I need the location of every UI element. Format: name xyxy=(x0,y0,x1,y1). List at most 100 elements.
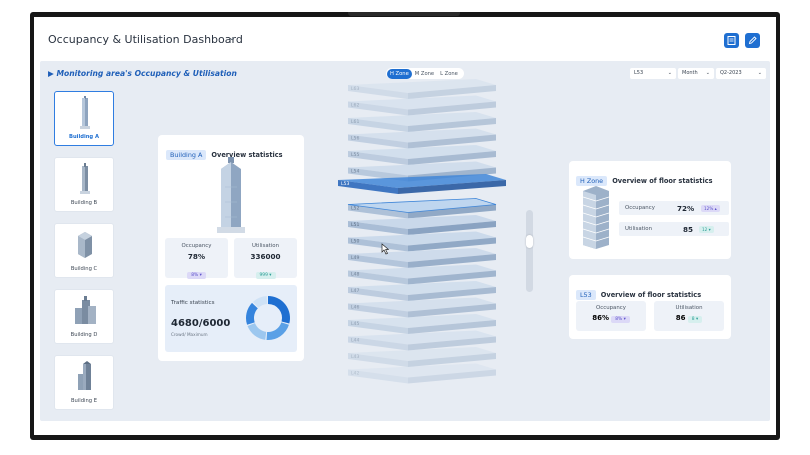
workspace: ▶ Monitoring area's Occupancy & Utilisat… xyxy=(40,61,770,421)
building-card-label: Building E xyxy=(71,398,97,404)
mouse-cursor-icon xyxy=(381,243,390,255)
building-b-icon xyxy=(80,163,90,194)
zone-occupancy-value: 72% xyxy=(677,204,695,213)
floor-occupancy-stat: Occupancy 86% 8% ▾ xyxy=(576,301,646,331)
donut-segment xyxy=(247,322,267,340)
chevron-down-icon: ⌄ xyxy=(705,70,710,76)
donut-segment xyxy=(246,302,259,325)
floor-slab-l53[interactable]: L53 xyxy=(338,174,506,194)
donut-segment xyxy=(267,296,290,324)
occupancy-stat: Occupancy 78% 8% ▾ xyxy=(165,238,228,279)
floor-label: L44 xyxy=(351,338,359,344)
area-title[interactable]: ▶ Monitoring area's Occupancy & Utilisat… xyxy=(48,69,237,78)
building-card-b[interactable]: Building B xyxy=(54,157,114,212)
building-a-icon xyxy=(80,96,90,129)
chevron-down-icon[interactable]: ⌄ xyxy=(228,33,236,43)
traffic-donut-chart xyxy=(246,296,290,340)
floor-label: L45 xyxy=(351,321,359,327)
building-d-icon xyxy=(75,296,96,324)
overview-panel: Building A Overview statistics Occupancy… xyxy=(158,135,304,361)
floor-label: L61 xyxy=(351,119,359,125)
floor-label: L47 xyxy=(351,288,359,294)
zone-occupancy-row: Occupancy 72% 12% ▴ xyxy=(619,201,729,215)
floor-occupancy-value: 86% xyxy=(592,314,609,322)
floor-label: L55 xyxy=(351,152,359,158)
quarter-select[interactable]: Q2-2023 ⌄ xyxy=(716,68,766,79)
utilisation-stat: Utilisation 336000 999 ▾ xyxy=(234,238,297,279)
floor-occupancy-change: 8% xyxy=(615,317,623,322)
utilisation-change: 999 xyxy=(259,273,268,278)
zone-utilisation-value: 85 xyxy=(683,225,694,234)
report-icon xyxy=(727,36,736,45)
zone-occupancy-change: 12% xyxy=(704,206,714,211)
report-button[interactable] xyxy=(724,33,739,48)
traffic-title: Traffic statistics xyxy=(171,300,215,306)
building-tower-view[interactable]: L63 L62 L61 L56 L55 L54L53 L52 L51 L50 L49 L48 L47 L… xyxy=(336,75,526,421)
building-card-c[interactable]: Building C xyxy=(54,223,114,278)
floor-label: L62 xyxy=(351,103,359,109)
occupancy-label: Occupancy xyxy=(181,243,212,249)
floor-label: L43 xyxy=(351,354,359,360)
pencil-icon xyxy=(748,36,757,45)
floor-label: L48 xyxy=(351,272,359,278)
building-card-label: Building A xyxy=(69,134,99,140)
floor-utilisation-change: 8 xyxy=(691,317,695,322)
floor-scroll-thumb[interactable] xyxy=(526,235,533,248)
building-a-illustration xyxy=(217,157,245,233)
period-select-value: Month xyxy=(682,70,698,76)
floor-label: L49 xyxy=(351,255,359,261)
floor-label: L51 xyxy=(351,222,359,228)
occupancy-value: 78% xyxy=(187,252,206,261)
building-card-label: Building C xyxy=(70,266,98,272)
occupancy-change: 8% xyxy=(191,273,199,278)
floor-label: L53 xyxy=(341,181,349,187)
zone-stats-title: Overview of floor statistics xyxy=(612,177,713,185)
zone-utilisation-change-badge: 12 ▾ xyxy=(699,226,714,233)
floor-select[interactable]: L53 ⌄ xyxy=(630,68,676,79)
floor-occupancy-label: Occupancy xyxy=(596,305,626,311)
chevron-down-icon: ⌄ xyxy=(757,70,762,76)
building-tag: Building A xyxy=(166,150,207,160)
donut-segment xyxy=(252,296,268,309)
area-title-text: Monitoring area's Occupancy & Utilisatio… xyxy=(56,69,237,78)
utilisation-value: 336000 xyxy=(250,252,281,261)
traffic-value: 4680/6000 xyxy=(171,318,231,329)
monitor-notch xyxy=(348,12,460,16)
top-bar: Occupancy & Utilisation Dashboard ⌄ xyxy=(34,17,776,61)
edit-button[interactable] xyxy=(745,33,760,48)
floor-label: L50 xyxy=(351,239,359,245)
traffic-stat: Traffic statistics 4680/6000 Crowd/ Maxi… xyxy=(165,285,297,352)
floor-occupancy-line: 86% 8% ▾ xyxy=(576,314,646,323)
building-card-label: Building B xyxy=(70,200,98,206)
utilisation-label: Utilisation xyxy=(252,243,279,249)
traffic-subtitle: Crowd/ Maximum xyxy=(171,332,208,337)
zone-utilisation-row: Utilisation 85 12 ▾ xyxy=(619,222,729,236)
zone-utilisation-label: Utilisation xyxy=(625,226,652,232)
quarter-select-value: Q2-2023 xyxy=(720,70,742,76)
floor-utilisation-label: Utilisation xyxy=(675,305,703,311)
building-card-label: Building D xyxy=(70,332,98,338)
floor-utilisation-stat: Utilisation 86 8 ▾ xyxy=(654,301,724,331)
page-title: Occupancy & Utilisation Dashboard xyxy=(48,33,243,46)
building-card-e[interactable]: Building E xyxy=(54,355,114,410)
floor-occupancy-change-badge: 8% ▾ xyxy=(611,316,630,323)
floor-tag: L53 xyxy=(576,290,596,300)
floor-label: L42 xyxy=(351,371,359,377)
zone-stats-panel: H Zone Overview of floor statistics Occu… xyxy=(569,161,731,259)
floor-stats-title: Overview of floor statistics xyxy=(600,291,702,299)
dashboard-screen: Occupancy & Utilisation Dashboard ⌄ ▶ Mo… xyxy=(34,17,776,435)
floor-select-value: L53 xyxy=(634,70,644,76)
floor-label: L52 xyxy=(351,206,359,212)
building-card-d[interactable]: Building D xyxy=(54,289,114,344)
floor-stats-header: L53 Overview of floor statistics xyxy=(576,282,701,301)
period-select[interactable]: Month ⌄ xyxy=(678,68,714,79)
zone-occupancy-change-badge: 12% ▴ xyxy=(701,205,720,212)
floor-utilisation-line: 86 8 ▾ xyxy=(654,314,724,323)
building-card-a[interactable]: Building A xyxy=(54,91,114,146)
zone-utilisation-change: 12 xyxy=(702,227,708,232)
floor-label: L46 xyxy=(351,305,359,311)
floor-scrollbar[interactable] xyxy=(526,210,533,292)
floor-slab-l42[interactable]: L42 xyxy=(348,363,496,384)
building-e-icon xyxy=(78,361,91,390)
zone-building-icon xyxy=(582,186,610,249)
